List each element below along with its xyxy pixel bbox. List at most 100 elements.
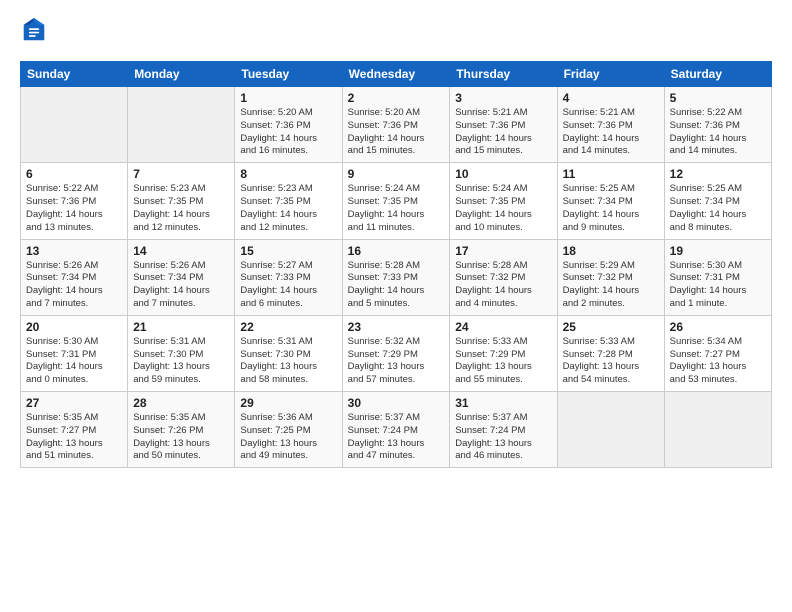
calendar-cell: 28 Sunrise: 5:35 AM Sunset: 7:26 PM Dayli… xyxy=(128,392,235,468)
calendar-cell: 14 Sunrise: 5:26 AM Sunset: 7:34 PM Dayli… xyxy=(128,239,235,315)
calendar-cell: 30 Sunrise: 5:37 AM Sunset: 7:24 PM Dayli… xyxy=(342,392,450,468)
day-detail: Sunrise: 5:28 AM Sunset: 7:33 PM Dayligh… xyxy=(348,260,445,311)
calendar-cell: 11Sunrise: 5:25 AM Sunset: 7:34 PM Dayli… xyxy=(557,163,664,239)
day-detail: Sunrise: 5:33 AM Sunset: 7:29 PM Dayligh… xyxy=(455,336,551,387)
calendar-table: SundayMondayTuesdayWednesdayThursdayFrid… xyxy=(20,61,772,468)
day-detail: Sunrise: 5:33 AM Sunset: 7:28 PM Dayligh… xyxy=(563,336,659,387)
calendar-week-4: 20 Sunrise: 5:30 AM Sunset: 7:31 PM Dayli… xyxy=(21,315,772,391)
calendar-cell: 16 Sunrise: 5:28 AM Sunset: 7:33 PM Dayli… xyxy=(342,239,450,315)
weekday-header-sunday: Sunday xyxy=(21,62,128,87)
day-detail: Sunrise: 5:31 AM Sunset: 7:30 PM Dayligh… xyxy=(133,336,229,387)
calendar-cell: 31Sunrise: 5:37 AM Sunset: 7:24 PM Dayli… xyxy=(450,392,557,468)
day-number: 15 xyxy=(240,244,336,258)
calendar-cell: 1 Sunrise: 5:20 AM Sunset: 7:36 PM Daylig… xyxy=(235,87,342,163)
day-number: 31 xyxy=(455,396,551,410)
day-number: 16 xyxy=(348,244,445,258)
day-detail: Sunrise: 5:30 AM Sunset: 7:31 PM Dayligh… xyxy=(26,336,122,387)
day-number: 30 xyxy=(348,396,445,410)
calendar-cell: 19Sunrise: 5:30 AM Sunset: 7:31 PM Dayli… xyxy=(664,239,771,315)
day-number: 5 xyxy=(670,91,766,105)
day-number: 20 xyxy=(26,320,122,334)
day-detail: Sunrise: 5:24 AM Sunset: 7:35 PM Dayligh… xyxy=(348,183,445,234)
day-detail: Sunrise: 5:22 AM Sunset: 7:36 PM Dayligh… xyxy=(26,183,122,234)
weekday-header-tuesday: Tuesday xyxy=(235,62,342,87)
day-number: 1 xyxy=(240,91,336,105)
calendar-week-3: 13 Sunrise: 5:26 AM Sunset: 7:34 PM Dayli… xyxy=(21,239,772,315)
calendar-cell: 4 Sunrise: 5:21 AM Sunset: 7:36 PM Daylig… xyxy=(557,87,664,163)
calendar-cell: 22 Sunrise: 5:31 AM Sunset: 7:30 PM Dayli… xyxy=(235,315,342,391)
day-detail: Sunrise: 5:32 AM Sunset: 7:29 PM Dayligh… xyxy=(348,336,445,387)
day-detail: Sunrise: 5:28 AM Sunset: 7:32 PM Dayligh… xyxy=(455,260,551,311)
calendar-cell xyxy=(557,392,664,468)
calendar-cell: 5 Sunrise: 5:22 AM Sunset: 7:36 PM Daylig… xyxy=(664,87,771,163)
day-detail: Sunrise: 5:31 AM Sunset: 7:30 PM Dayligh… xyxy=(240,336,336,387)
day-number: 7 xyxy=(133,167,229,181)
calendar-week-1: 1 Sunrise: 5:20 AM Sunset: 7:36 PM Daylig… xyxy=(21,87,772,163)
calendar-cell xyxy=(21,87,128,163)
weekday-header-friday: Friday xyxy=(557,62,664,87)
weekday-header-thursday: Thursday xyxy=(450,62,557,87)
day-number: 14 xyxy=(133,244,229,258)
day-detail: Sunrise: 5:23 AM Sunset: 7:35 PM Dayligh… xyxy=(133,183,229,234)
day-detail: Sunrise: 5:23 AM Sunset: 7:35 PM Dayligh… xyxy=(240,183,336,234)
calendar-cell: 25 Sunrise: 5:33 AM Sunset: 7:28 PM Dayli… xyxy=(557,315,664,391)
day-detail: Sunrise: 5:20 AM Sunset: 7:36 PM Dayligh… xyxy=(348,107,445,158)
day-detail: Sunrise: 5:24 AM Sunset: 7:35 PM Dayligh… xyxy=(455,183,551,234)
calendar-cell: 7 Sunrise: 5:23 AM Sunset: 7:35 PM Daylig… xyxy=(128,163,235,239)
day-number: 22 xyxy=(240,320,336,334)
day-detail: Sunrise: 5:21 AM Sunset: 7:36 PM Dayligh… xyxy=(455,107,551,158)
calendar-cell: 27Sunrise: 5:35 AM Sunset: 7:27 PM Dayli… xyxy=(21,392,128,468)
day-number: 17 xyxy=(455,244,551,258)
calendar-cell: 12 Sunrise: 5:25 AM Sunset: 7:34 PM Dayli… xyxy=(664,163,771,239)
day-detail: Sunrise: 5:36 AM Sunset: 7:25 PM Dayligh… xyxy=(240,412,336,463)
logo xyxy=(20,16,52,49)
calendar-cell: 15 Sunrise: 5:27 AM Sunset: 7:33 PM Dayli… xyxy=(235,239,342,315)
day-number: 4 xyxy=(563,91,659,105)
day-number: 9 xyxy=(348,167,445,181)
day-number: 12 xyxy=(670,167,766,181)
day-detail: Sunrise: 5:26 AM Sunset: 7:34 PM Dayligh… xyxy=(133,260,229,311)
calendar-cell xyxy=(128,87,235,163)
calendar-cell xyxy=(664,392,771,468)
calendar-week-2: 6 Sunrise: 5:22 AM Sunset: 7:36 PM Daylig… xyxy=(21,163,772,239)
weekday-header-wednesday: Wednesday xyxy=(342,62,450,87)
calendar-cell: 20 Sunrise: 5:30 AM Sunset: 7:31 PM Dayli… xyxy=(21,315,128,391)
day-detail: Sunrise: 5:27 AM Sunset: 7:33 PM Dayligh… xyxy=(240,260,336,311)
day-number: 6 xyxy=(26,167,122,181)
calendar-cell: 23 Sunrise: 5:32 AM Sunset: 7:29 PM Dayli… xyxy=(342,315,450,391)
day-number: 8 xyxy=(240,167,336,181)
day-detail: Sunrise: 5:34 AM Sunset: 7:27 PM Dayligh… xyxy=(670,336,766,387)
weekday-header-monday: Monday xyxy=(128,62,235,87)
day-detail: Sunrise: 5:29 AM Sunset: 7:32 PM Dayligh… xyxy=(563,260,659,311)
day-detail: Sunrise: 5:20 AM Sunset: 7:36 PM Dayligh… xyxy=(240,107,336,158)
calendar-cell: 2 Sunrise: 5:20 AM Sunset: 7:36 PM Daylig… xyxy=(342,87,450,163)
day-detail: Sunrise: 5:25 AM Sunset: 7:34 PM Dayligh… xyxy=(670,183,766,234)
calendar-cell: 8 Sunrise: 5:23 AM Sunset: 7:35 PM Daylig… xyxy=(235,163,342,239)
calendar-cell: 24Sunrise: 5:33 AM Sunset: 7:29 PM Dayli… xyxy=(450,315,557,391)
day-detail: Sunrise: 5:21 AM Sunset: 7:36 PM Dayligh… xyxy=(563,107,659,158)
page: SundayMondayTuesdayWednesdayThursdayFrid… xyxy=(0,0,792,612)
day-number: 3 xyxy=(455,91,551,105)
day-number: 2 xyxy=(348,91,445,105)
calendar-cell: 9 Sunrise: 5:24 AM Sunset: 7:35 PM Daylig… xyxy=(342,163,450,239)
calendar-cell: 6 Sunrise: 5:22 AM Sunset: 7:36 PM Daylig… xyxy=(21,163,128,239)
calendar-cell: 18 Sunrise: 5:29 AM Sunset: 7:32 PM Dayli… xyxy=(557,239,664,315)
day-number: 13 xyxy=(26,244,122,258)
calendar-week-5: 27Sunrise: 5:35 AM Sunset: 7:27 PM Dayli… xyxy=(21,392,772,468)
day-number: 19 xyxy=(670,244,766,258)
day-number: 23 xyxy=(348,320,445,334)
day-detail: Sunrise: 5:37 AM Sunset: 7:24 PM Dayligh… xyxy=(348,412,445,463)
calendar-cell: 26Sunrise: 5:34 AM Sunset: 7:27 PM Dayli… xyxy=(664,315,771,391)
day-number: 21 xyxy=(133,320,229,334)
day-detail: Sunrise: 5:25 AM Sunset: 7:34 PM Dayligh… xyxy=(563,183,659,234)
weekday-header-saturday: Saturday xyxy=(664,62,771,87)
day-number: 28 xyxy=(133,396,229,410)
day-detail: Sunrise: 5:22 AM Sunset: 7:36 PM Dayligh… xyxy=(670,107,766,158)
calendar-cell: 3 Sunrise: 5:21 AM Sunset: 7:36 PM Daylig… xyxy=(450,87,557,163)
day-detail: Sunrise: 5:35 AM Sunset: 7:27 PM Dayligh… xyxy=(26,412,122,463)
header xyxy=(20,16,772,49)
day-number: 25 xyxy=(563,320,659,334)
day-detail: Sunrise: 5:35 AM Sunset: 7:26 PM Dayligh… xyxy=(133,412,229,463)
calendar-cell: 10Sunrise: 5:24 AM Sunset: 7:35 PM Dayli… xyxy=(450,163,557,239)
day-number: 18 xyxy=(563,244,659,258)
